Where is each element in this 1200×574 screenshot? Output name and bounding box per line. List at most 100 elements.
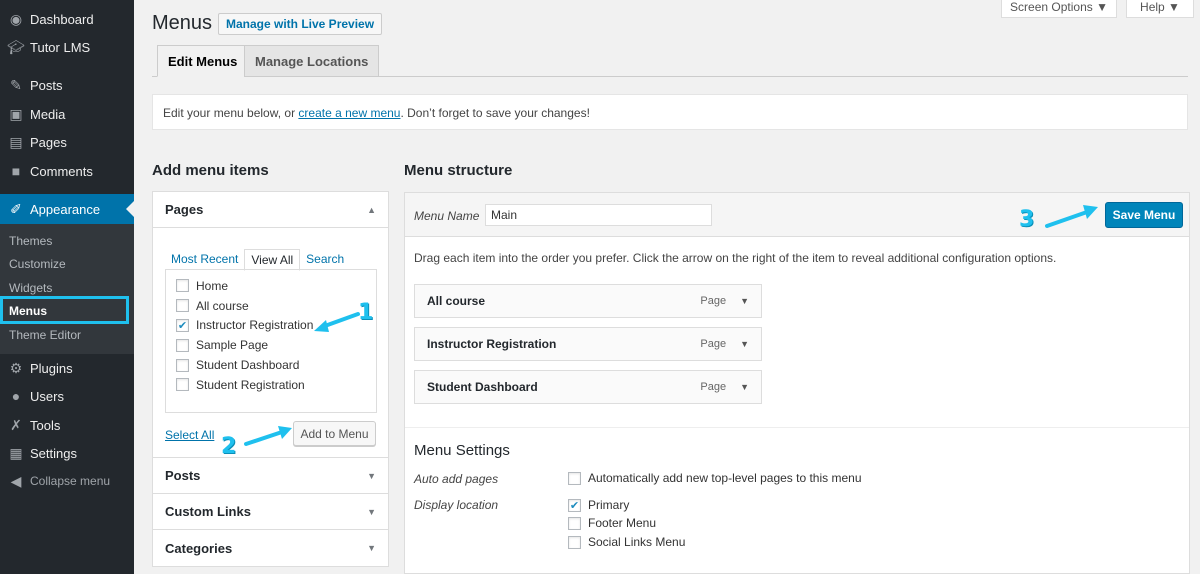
checkbox[interactable] [176,299,189,313]
menu-structure-panel: Menu Name Save Menu Drag each item into … [404,192,1190,574]
submenu-customize[interactable]: Customize [9,257,66,271]
location-social-links-menu[interactable]: Social Links Menu [568,535,685,549]
menu-item-title: Student Dashboard [427,380,538,394]
menu-name-label: Menu Name [414,209,480,223]
submenu-theme-editor[interactable]: Theme Editor [9,328,81,342]
nav-label: Pages [30,134,67,150]
page-option-student-registration[interactable]: Student Registration [176,375,366,395]
nav-plugins[interactable]: ⚙ Plugins [0,354,134,382]
page-title: Menus [152,12,213,34]
nav-label: Plugins [30,360,73,376]
menu-item-student-dashboard[interactable]: Student Dashboard Page ▼ [414,370,762,404]
tab-view-all[interactable]: View All [244,249,301,271]
page-option-label: Sample Page [196,338,269,353]
menu-item-meta: Page ▼ [700,295,749,307]
posts-section-header[interactable]: Posts ▼ [153,458,388,494]
nav-collapse[interactable]: ◀ Collapse menu [0,467,134,495]
admin-sidebar: ◉ Dashboard 🎓︎ Tutor LMS ✎ Posts ▣ Media ▤ Pa… [0,0,134,574]
nav-tools[interactable]: ✗ Tools [0,411,134,439]
add-to-menu-button[interactable]: Add to Menu [293,421,376,446]
menu-item-instructor-registration[interactable]: Instructor Registration Page ▼ [414,327,762,361]
create-menu-link[interactable]: create a new menu [298,106,400,120]
tab-most-recent[interactable]: Most Recent [165,249,244,271]
page-option-home[interactable]: Home [176,276,366,296]
nav-appearance[interactable]: ✐ Appearance [0,194,134,224]
settings-divider [405,427,1189,428]
live-preview-button[interactable]: Manage with Live Preview [218,13,383,35]
page-option-sample-page[interactable]: Sample Page [176,335,366,355]
caret-down-icon: ▼ [367,506,376,517]
checkbox[interactable] [176,358,189,372]
categories-section-header[interactable]: Categories ▼ [153,530,388,566]
tab-manage-locations[interactable]: Manage Locations [244,45,380,77]
notice-text-end: . Don’t forget to save your changes! [400,106,590,120]
checkbox[interactable] [568,516,581,530]
caret-down-icon: ▼ [367,543,376,553]
checkbox[interactable] [176,378,189,392]
nav-comments[interactable]: ■ Comments [0,157,134,185]
select-all-link[interactable]: Select All [165,428,214,442]
page-option-label: Instructor Registration [196,318,314,333]
categories-section-title: Categories [165,540,233,556]
menu-item-title: All course [427,294,486,308]
nav-posts[interactable]: ✎ Posts [0,71,134,99]
checkbox-checked[interactable]: ✔ [568,498,581,512]
comment-icon: ■ [11,163,21,179]
drag-instructions: Drag each item into the order you prefer… [414,251,1057,265]
submenu-widgets[interactable]: Widgets [9,281,52,295]
custom-links-section-header[interactable]: Custom Links ▼ [153,494,388,530]
page-option-student-dashboard[interactable]: Student Dashboard [176,355,366,375]
menu-item-all-course[interactable]: All course Page ▼ [414,284,762,318]
nav-label: Media [30,106,66,122]
help-button[interactable]: Help ▼ [1126,0,1194,18]
annotation-number-2: 2 [221,434,237,459]
nav-label: Collapse menu [30,474,111,488]
checkbox[interactable] [568,471,581,485]
save-menu-button[interactable]: Save Menu [1105,202,1183,228]
dashboard-icon: ◉ [9,10,23,27]
checkbox[interactable] [176,338,189,352]
location-label: Social Links Menu [588,535,686,549]
menus-highlight-box [0,296,129,324]
nav-media[interactable]: ▣ Media [0,100,134,128]
paintbrush-icon: ✐ [10,200,22,217]
nav-label: Dashboard [30,11,94,27]
caret-down-icon[interactable]: ▼ [740,339,749,349]
caret-down-icon[interactable]: ▼ [740,296,749,306]
submenu-themes[interactable]: Themes [9,234,52,248]
caret-down-icon: ▼ [367,470,376,481]
posts-section-title: Posts [165,468,201,483]
location-footer-menu[interactable]: Footer Menu [568,516,656,530]
caret-down-icon[interactable]: ▼ [740,382,749,392]
pages-section-header[interactable]: Pages ▲ [153,192,388,228]
location-label: Footer Menu [588,516,657,530]
add-menu-items-title: Add menu items [152,162,269,179]
plugin-icon: ⚙ [9,359,23,376]
appearance-submenu: Themes Customize Widgets Menus Theme Edi… [0,224,134,354]
annotation-arrow-3 [1045,205,1098,228]
location-primary[interactable]: ✔ Primary [568,498,629,512]
media-icon: ▣ [9,105,23,122]
add-items-accordion: Pages ▲ Most Recent View All Search Home… [152,191,389,567]
nav-label: Comments [30,163,93,179]
graduation-cap-icon: 🎓︎ [7,38,25,55]
checkbox[interactable] [568,535,581,549]
tab-edit-menus[interactable]: Edit Menus [157,45,249,77]
menu-settings-title: Menu Settings [414,442,510,459]
annotation-arrow-1 [314,312,360,332]
checkbox-checked[interactable]: ✔ [176,318,189,332]
nav-users[interactable]: ● Users [0,382,134,410]
nav-label: Tutor LMS [30,39,91,55]
nav-dashboard[interactable]: ◉ Dashboard [0,5,134,33]
auto-add-option[interactable]: Automatically add new top-level pages to… [568,471,862,485]
auto-add-text: Automatically add new top-level pages to… [588,471,862,485]
menu-name-input[interactable] [485,204,712,226]
nav-label: Users [30,388,64,404]
tab-search[interactable]: Search [300,249,350,271]
display-location-label: Display location [414,498,499,512]
screen-options-button[interactable]: Screen Options ▼ [1001,0,1117,18]
nav-settings[interactable]: ▦ Settings [0,439,134,467]
nav-tutor-lms[interactable]: 🎓︎ Tutor LMS [0,33,134,61]
checkbox[interactable] [176,279,189,293]
nav-pages[interactable]: ▤ Pages [0,128,134,156]
